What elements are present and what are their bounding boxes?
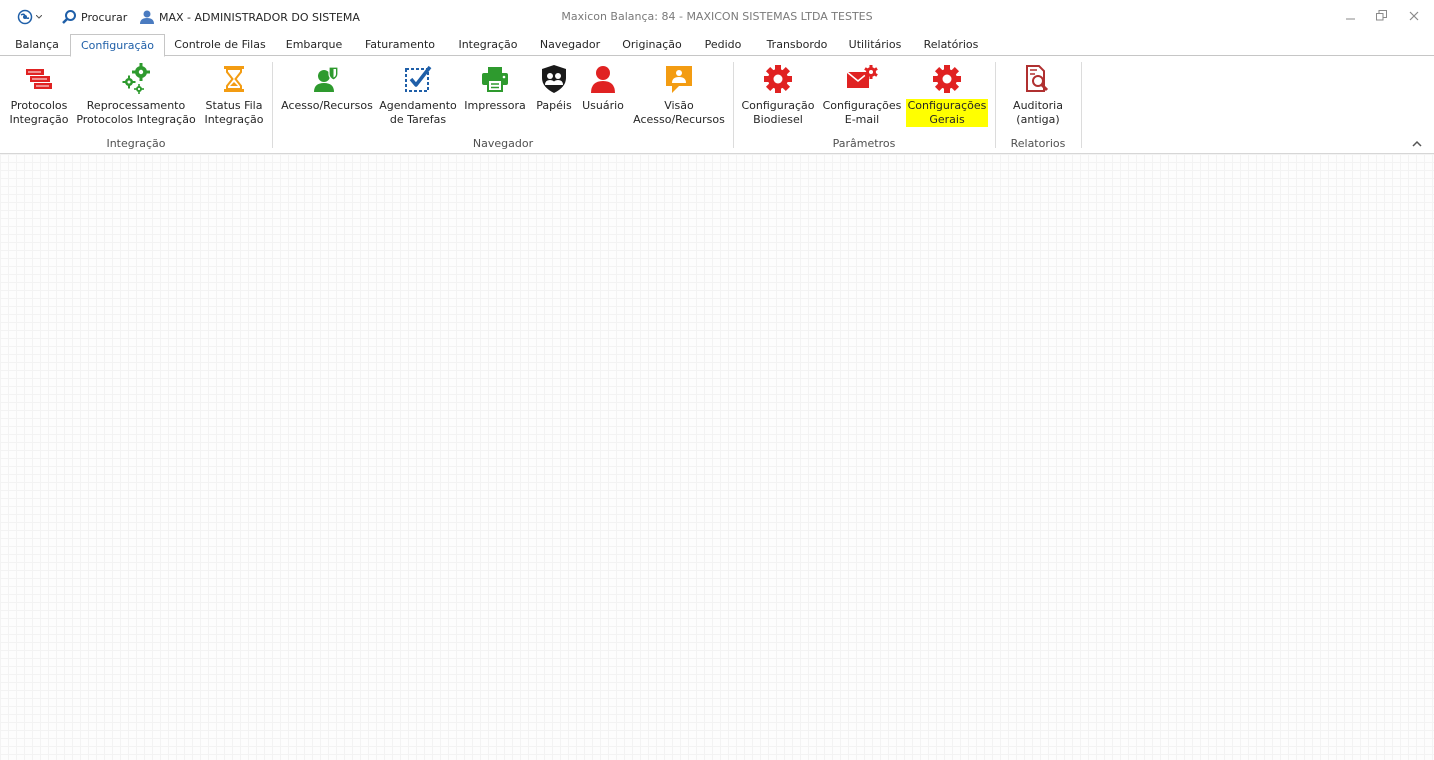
group-separator xyxy=(1081,62,1082,148)
tab-faturamento[interactable]: Faturamento xyxy=(357,34,443,55)
button-label-line1: Configuração xyxy=(741,99,815,112)
acesso-recursos-button[interactable]: Acesso/Recursos xyxy=(280,62,374,132)
papeis-button[interactable]: Papéis xyxy=(533,62,575,132)
audit-report-icon xyxy=(1021,62,1055,96)
chevron-down-icon xyxy=(36,15,42,19)
protocolos-integracao-button[interactable]: Protocolos Integração xyxy=(6,62,72,132)
tab-configuracao[interactable]: Configuração xyxy=(70,34,165,57)
user-shield-icon xyxy=(310,62,344,96)
close-button[interactable] xyxy=(1404,8,1424,26)
current-user-label: MAX - ADMINISTRADOR DO SISTEMA xyxy=(159,10,360,24)
button-label-line2: E-mail xyxy=(844,113,880,126)
auditoria-antiga-button[interactable]: Auditoria (antiga) xyxy=(1005,62,1071,132)
tab-controle-de-filas[interactable]: Controle de Filas xyxy=(168,34,272,55)
visao-acesso-recursos-button[interactable]: Visão Acesso/Recursos xyxy=(632,62,726,132)
configuracoes-email-button[interactable]: Configurações E-mail xyxy=(822,62,902,132)
button-label-line1: Visão xyxy=(664,99,694,112)
button-label-line1: Agendamento xyxy=(379,99,457,112)
tab-relatorios[interactable]: Relatórios xyxy=(915,34,987,55)
search-icon xyxy=(61,9,77,25)
impressora-button[interactable]: Impressora xyxy=(463,62,527,132)
group-label-integracao: Integração xyxy=(106,137,166,150)
task-check-icon xyxy=(401,62,435,96)
gears-icon xyxy=(119,62,153,96)
button-label-line1: Acesso/Recursos xyxy=(281,99,373,112)
ribbon-panel: Protocolos Integração Reprocessamento Pr… xyxy=(0,56,1434,153)
hourglass-icon xyxy=(217,62,251,96)
button-label-line1: Reprocessamento xyxy=(86,99,186,112)
globe-icon xyxy=(17,9,33,25)
search-label: Procurar xyxy=(81,10,128,24)
button-label-line2: (antiga) xyxy=(1016,113,1060,126)
button-label-line2: Biodiesel xyxy=(753,113,803,126)
ribbon-tabs: Balança Configuração Controle de Filas E… xyxy=(0,34,1434,57)
chevron-up-icon xyxy=(1412,137,1422,150)
title-bar: Procurar MAX - ADMINISTRADOR DO SISTEMA … xyxy=(0,0,1434,34)
tab-balanca[interactable]: Balança xyxy=(8,34,66,55)
button-label-line2: Acesso/Recursos xyxy=(633,113,725,126)
access-view-icon xyxy=(662,62,696,96)
tab-transbordo[interactable]: Transbordo xyxy=(758,34,836,55)
minimize-icon xyxy=(1346,11,1356,24)
protocol-stack-icon xyxy=(22,62,56,96)
collapse-ribbon-button[interactable] xyxy=(1410,136,1424,150)
agendamento-tarefas-button[interactable]: Agendamento de Tarefas xyxy=(379,62,457,132)
close-icon xyxy=(1409,11,1419,24)
button-label-line1: Papéis xyxy=(536,99,572,112)
tab-utilitarios[interactable]: Utilitários xyxy=(843,34,907,55)
search-button[interactable]: Procurar xyxy=(61,8,127,26)
button-label-line1: Protocolos xyxy=(10,99,68,112)
configuracoes-gerais-button[interactable]: Configurações Gerais xyxy=(905,62,989,132)
button-label-line2: Integração xyxy=(204,113,264,126)
restore-icon xyxy=(1375,10,1387,24)
tab-navegador[interactable]: Navegador xyxy=(532,34,608,55)
button-label-line1: Impressora xyxy=(464,99,526,112)
status-fila-integracao-button[interactable]: Status Fila Integração xyxy=(202,62,266,132)
button-label-line1: Usuário xyxy=(582,99,624,112)
user-icon xyxy=(140,9,154,25)
tab-pedido[interactable]: Pedido xyxy=(696,34,750,55)
usuario-button[interactable]: Usuário xyxy=(580,62,626,132)
group-separator xyxy=(272,62,273,148)
button-label-line1: Status Fila xyxy=(205,99,263,112)
roles-badge-icon xyxy=(537,62,571,96)
button-label-line1: Configurações xyxy=(905,99,989,113)
group-label-relatorios: Relatorios xyxy=(1010,137,1066,150)
tab-originacao[interactable]: Originação xyxy=(615,34,689,55)
mdi-workspace xyxy=(0,154,1434,760)
minimize-button[interactable] xyxy=(1341,8,1361,26)
group-label-navegador: Navegador xyxy=(472,137,534,150)
mail-gear-icon xyxy=(845,62,879,96)
tab-embarque[interactable]: Embarque xyxy=(278,34,350,55)
button-label-line1: Configurações xyxy=(822,99,902,112)
restore-button[interactable] xyxy=(1371,8,1391,26)
button-label-line2: Integração xyxy=(9,113,69,126)
button-label-line1: Auditoria xyxy=(1013,99,1063,112)
configuracao-biodiesel-button[interactable]: Configuração Biodiesel xyxy=(741,62,815,132)
button-label-line2: Gerais xyxy=(905,113,989,127)
button-label-line2: Protocolos Integração xyxy=(76,113,196,126)
gear-icon xyxy=(761,62,795,96)
button-label-line2: de Tarefas xyxy=(389,113,447,126)
group-separator xyxy=(733,62,734,148)
group-label-parametros: Parâmetros xyxy=(832,137,896,150)
current-user-button[interactable]: MAX - ADMINISTRADOR DO SISTEMA xyxy=(140,8,360,26)
gear-icon xyxy=(930,62,964,96)
user-icon xyxy=(586,62,620,96)
reprocessamento-protocolos-button[interactable]: Reprocessamento Protocolos Integração xyxy=(76,62,196,132)
tab-integracao[interactable]: Integração xyxy=(450,34,526,55)
printer-icon xyxy=(478,62,512,96)
group-separator xyxy=(995,62,996,148)
app-menu-button[interactable] xyxy=(17,8,42,26)
